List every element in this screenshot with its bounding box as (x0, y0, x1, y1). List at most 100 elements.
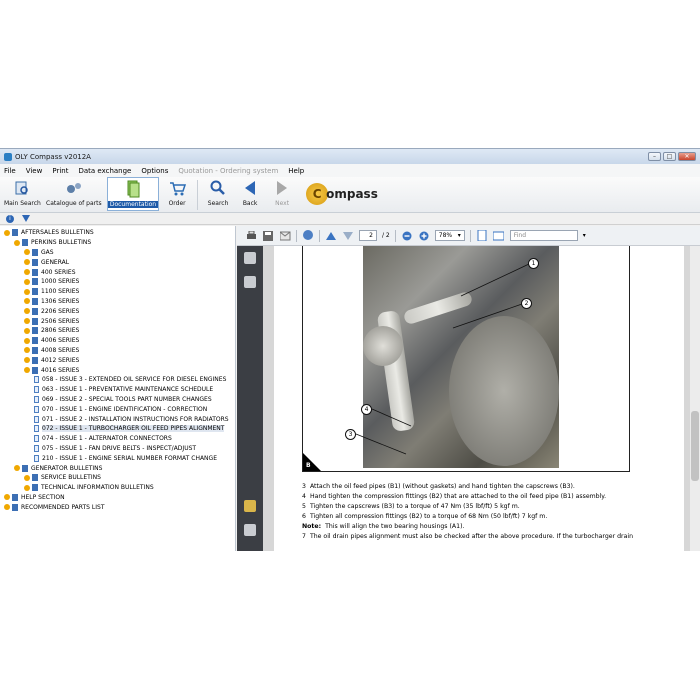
tree-folder-item[interactable]: 4016 SERIES (0, 365, 235, 375)
bookmarks-icon[interactable] (244, 276, 256, 288)
attachment-icon[interactable] (244, 524, 256, 536)
expand-toggle-icon[interactable] (24, 269, 30, 276)
tree-item-label: 2206 SERIES (41, 307, 80, 315)
page-down-icon[interactable] (342, 230, 354, 242)
book-icon (22, 464, 28, 472)
tree-document-item[interactable]: 070 - ISSUE 1 - ENGINE IDENTIFICATION - … (0, 404, 235, 414)
book-icon (32, 337, 38, 345)
tree-folder-item[interactable]: 4012 SERIES (0, 355, 235, 365)
page-number-input[interactable]: 2 (359, 230, 377, 241)
expand-toggle-icon[interactable] (24, 474, 30, 481)
search-button[interactable]: Search (204, 177, 232, 211)
find-options-chevron-icon[interactable]: ▾ (583, 232, 586, 239)
main-search-button[interactable]: Main Search (4, 177, 41, 211)
tree-folder-item[interactable]: 4006 SERIES (0, 336, 235, 346)
expand-toggle-icon[interactable] (24, 259, 30, 266)
back-button[interactable]: Back (236, 177, 264, 211)
scrollbar-thumb[interactable] (691, 411, 699, 481)
expand-toggle-icon[interactable] (24, 278, 30, 285)
document-icon (34, 395, 39, 403)
order-button[interactable]: Order (163, 177, 191, 211)
catalogue-button[interactable]: Catalogue of parts (45, 177, 103, 211)
tree-document-item[interactable]: 058 - ISSUE 3 - EXTENDED OIL SERVICE FOR… (0, 375, 235, 385)
menu-print[interactable]: Print (52, 167, 68, 175)
email-icon[interactable] (279, 230, 291, 242)
tree-folder-item[interactable]: 2806 SERIES (0, 326, 235, 336)
tree-document-item[interactable]: 063 - ISSUE 1 - PREVENTATIVE MAINTENANCE… (0, 385, 235, 395)
tree-document-item[interactable]: 069 - ISSUE 2 - SPECIAL TOOLS PART NUMBE… (0, 395, 235, 405)
step-number: 4 (302, 493, 306, 500)
filter-icon[interactable] (22, 215, 30, 222)
zoom-select[interactable]: 78% ▾ (434, 230, 465, 241)
save-icon[interactable] (262, 230, 274, 242)
book-icon (32, 346, 38, 354)
zoom-out-icon[interactable] (401, 230, 413, 242)
tree-item-label: 058 - ISSUE 3 - EXTENDED OIL SERVICE FOR… (42, 376, 227, 384)
comment-icon[interactable] (302, 230, 314, 242)
expand-toggle-icon[interactable] (24, 367, 30, 374)
find-input[interactable]: Find (509, 230, 578, 241)
expand-toggle-icon[interactable] (14, 239, 20, 246)
book-icon (32, 288, 38, 296)
print-icon[interactable] (245, 230, 257, 242)
expand-toggle-icon[interactable] (24, 337, 30, 344)
tree-folder-item[interactable]: AFTERSALES BULLETINS (0, 228, 235, 238)
tree-folder-item[interactable]: 1100 SERIES (0, 287, 235, 297)
menu-data-exchange[interactable]: Data exchange (78, 167, 131, 175)
compass-logo: Compass (306, 181, 378, 207)
pdf-toolbar: 2 / 2 78% ▾ Find ▾ (237, 226, 700, 246)
expand-toggle-icon[interactable] (4, 504, 10, 511)
expand-toggle-icon[interactable] (4, 229, 10, 236)
fit-page-icon[interactable] (476, 230, 488, 242)
tree-folder-item[interactable]: RECOMMENDED PARTS LIST (0, 502, 235, 512)
tree-folder-item[interactable]: 4008 SERIES (0, 346, 235, 356)
tree-folder-item[interactable]: HELP SECTION (0, 493, 235, 503)
minimize-button[interactable]: – (648, 152, 661, 161)
expand-toggle-icon[interactable] (24, 318, 30, 325)
tree-document-item[interactable]: 210 - ISSUE 1 - ENGINE SERIAL NUMBER FOR… (0, 453, 235, 463)
menu-help[interactable]: Help (288, 167, 304, 175)
tree-document-item[interactable]: 072 - ISSUE 1 - TURBOCHARGER OIL FEED PI… (0, 424, 235, 434)
tree-folder-item[interactable]: TECHNICAL INFORMATION BULLETINS (0, 483, 235, 493)
expand-toggle-icon[interactable] (24, 327, 30, 334)
expand-toggle-icon[interactable] (24, 249, 30, 256)
tree-folder-item[interactable]: 2506 SERIES (0, 316, 235, 326)
expand-toggle-icon[interactable] (24, 298, 30, 305)
menu-file[interactable]: File (4, 167, 16, 175)
tree-document-item[interactable]: 075 - ISSUE 1 - FAN DRIVE BELTS - INSPEC… (0, 444, 235, 454)
expand-toggle-icon[interactable] (24, 357, 30, 364)
maximize-button[interactable]: □ (663, 152, 676, 161)
menu-options[interactable]: Options (141, 167, 168, 175)
tree-item-label: 063 - ISSUE 1 - PREVENTATIVE MAINTENANCE… (42, 386, 214, 394)
expand-toggle-icon[interactable] (24, 288, 30, 295)
vertical-scrollbar[interactable] (690, 246, 700, 551)
fit-width-icon[interactable] (493, 230, 505, 242)
tree-folder-item[interactable]: GENERAL (0, 257, 235, 267)
book-icon (32, 327, 38, 335)
tree-folder-item[interactable]: GENERATOR BULLETINS (0, 463, 235, 473)
documentation-button[interactable]: Documentation (106, 177, 160, 211)
expand-toggle-icon[interactable] (24, 347, 30, 354)
tree-folder-item[interactable]: 400 SERIES (0, 267, 235, 277)
tree-folder-item[interactable]: 2206 SERIES (0, 306, 235, 316)
tree-folder-item[interactable]: 1306 SERIES (0, 297, 235, 307)
tree-folder-item[interactable]: PERKINS BULLETINS (0, 238, 235, 248)
tree-item-label: 4006 SERIES (41, 337, 80, 345)
expand-toggle-icon[interactable] (14, 465, 20, 472)
page-up-icon[interactable] (325, 230, 337, 242)
info-icon[interactable]: i (6, 214, 14, 223)
menu-view[interactable]: View (26, 167, 43, 175)
tree-folder-item[interactable]: SERVICE BULLETINS (0, 473, 235, 483)
expand-toggle-icon[interactable] (24, 484, 30, 491)
tree-document-item[interactable]: 071 - ISSUE 2 - INSTALLATION INSTRUCTION… (0, 414, 235, 424)
tree-document-item[interactable]: 074 - ISSUE 1 - ALTERNATOR CONNECTORS (0, 434, 235, 444)
expand-toggle-icon[interactable] (24, 308, 30, 315)
signature-icon[interactable] (244, 500, 256, 512)
tree-folder-item[interactable]: 1000 SERIES (0, 277, 235, 287)
expand-toggle-icon[interactable] (4, 494, 10, 501)
zoom-in-icon[interactable] (418, 230, 430, 242)
pages-icon[interactable] (244, 252, 256, 264)
tree-folder-item[interactable]: GAS (0, 248, 235, 258)
close-button[interactable]: ✕ (678, 152, 696, 161)
tree-item-label: GAS (41, 248, 54, 256)
